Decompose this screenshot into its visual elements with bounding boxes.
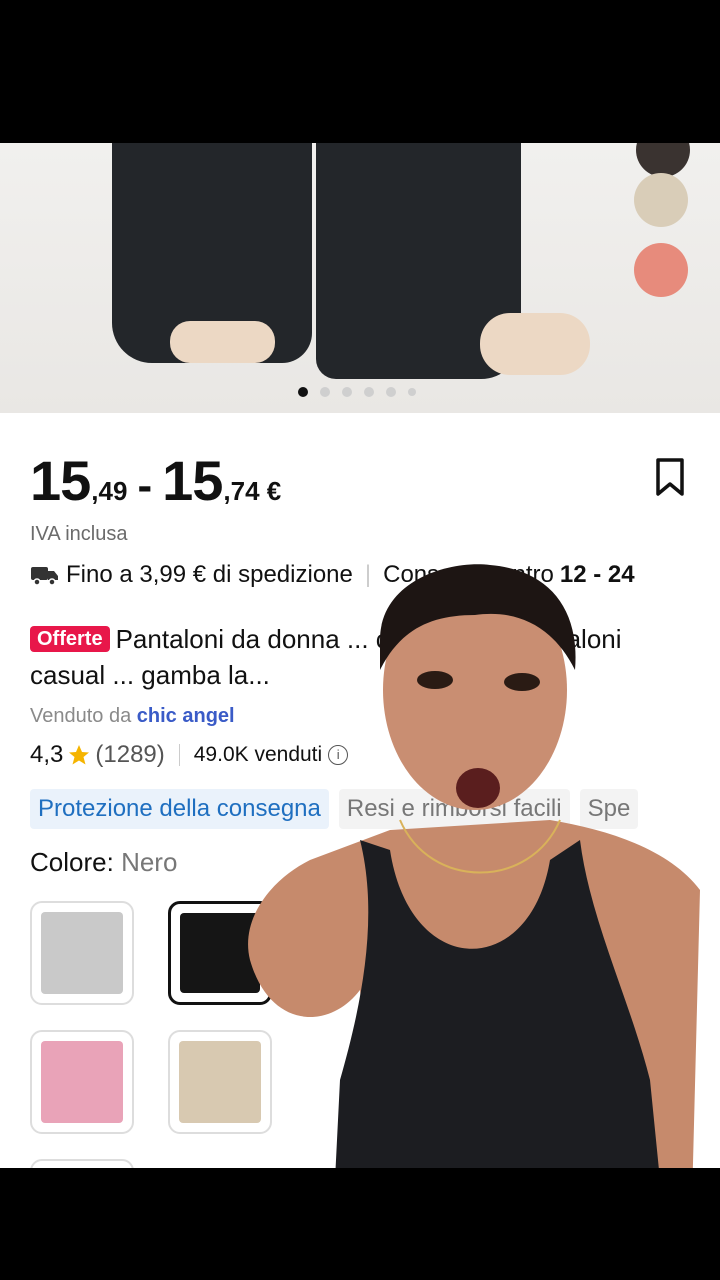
- color-option-pink[interactable]: [30, 1030, 134, 1134]
- rating-value: 4,3: [30, 741, 64, 768]
- carousel-dot[interactable]: [364, 387, 374, 397]
- price-separator: -: [137, 461, 153, 510]
- hero-color-dark[interactable]: [636, 143, 690, 177]
- color-option-grey[interactable]: [30, 901, 134, 1005]
- price-from-int: 15: [30, 449, 91, 512]
- video-top-letterbox: [0, 0, 720, 143]
- video-bottom-letterbox: [0, 1168, 720, 1280]
- image-sandal-right: [480, 313, 590, 375]
- rating-count: (1289): [95, 741, 165, 768]
- carousel-dot[interactable]: [408, 388, 416, 396]
- seller-prefix: Venduto da: [30, 705, 132, 727]
- price-to-dec: ,74 €: [223, 476, 282, 506]
- hero-color-coral[interactable]: [634, 243, 688, 297]
- carousel-dot[interactable]: [298, 387, 308, 397]
- product-image[interactable]: [0, 143, 720, 413]
- star-icon: [69, 745, 90, 765]
- color-option-partial[interactable]: [30, 1159, 134, 1168]
- seller-info: Venduto da chic angel: [30, 705, 235, 728]
- bookmark-icon[interactable]: [652, 457, 688, 497]
- vat-note: IVA inclusa: [30, 523, 128, 545]
- rating-divider: [178, 744, 180, 766]
- color-value: Nero: [121, 847, 178, 877]
- carousel-dot[interactable]: [386, 387, 396, 397]
- image-sandal-left: [170, 321, 275, 363]
- color-selector-label: Colore: Nero: [30, 847, 177, 878]
- carousel-indicator: [298, 387, 416, 397]
- color-label: Colore:: [30, 847, 114, 877]
- carousel-dot[interactable]: [342, 387, 352, 397]
- price-range: 15 ,49 - 15 ,74 €: [30, 448, 281, 513]
- seller-link[interactable]: chic angel: [137, 705, 235, 727]
- price-from-dec: ,49: [91, 476, 128, 506]
- truck-icon: [31, 567, 58, 586]
- offer-badge: Offerte: [30, 626, 110, 652]
- carousel-dot[interactable]: [320, 387, 330, 397]
- price-to-int: 15: [162, 449, 223, 512]
- hero-color-beige[interactable]: [634, 173, 688, 227]
